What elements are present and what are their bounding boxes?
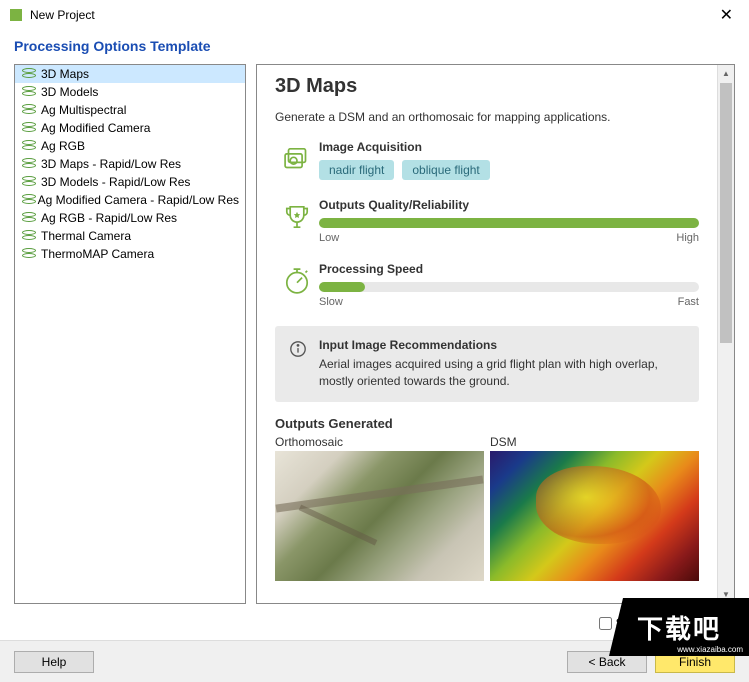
outputs-row: Orthomosaic DSM — [275, 435, 699, 581]
recommend-text: Aerial images acquired using a grid flig… — [319, 356, 685, 390]
app-icon — [10, 9, 22, 21]
sidebar-item[interactable]: Ag Multispectral — [15, 101, 245, 119]
info-icon — [289, 338, 307, 390]
database-icon — [21, 230, 35, 242]
start-processing-input[interactable] — [599, 617, 612, 630]
sidebar-item-label: 3D Models - Rapid/Low Res — [41, 175, 190, 189]
page-header: Processing Options Template — [0, 30, 749, 64]
acquisition-tag: nadir flight — [319, 160, 394, 180]
page-title: Processing Options Template — [14, 38, 735, 54]
sidebar-item[interactable]: Thermal Camera — [15, 227, 245, 245]
detail-description: Generate a DSM and an orthomosaic for ma… — [275, 110, 699, 124]
sidebar-item-label: Ag Modified Camera — [41, 121, 150, 135]
close-icon[interactable]: ✕ — [714, 5, 739, 25]
speed-row: Processing Speed Slow Fast — [275, 262, 699, 308]
scroll-down-icon[interactable]: ▼ — [718, 586, 734, 603]
speed-label: Processing Speed — [319, 262, 699, 276]
dsm-preview — [490, 451, 699, 581]
output-label: DSM — [490, 435, 699, 449]
start-processing-label: Start Processing Now — [616, 616, 731, 630]
trophy-icon — [275, 198, 319, 234]
quality-low-label: Low — [319, 232, 339, 244]
quality-label: Outputs Quality/Reliability — [319, 198, 699, 212]
image-acquisition-row: Image Acquisition nadir flight oblique fl… — [275, 140, 699, 180]
camera-stack-icon — [275, 140, 319, 176]
acquisition-label: Image Acquisition — [319, 140, 699, 154]
acquisition-tag: oblique flight — [402, 160, 489, 180]
output-orthomosaic: Orthomosaic — [275, 435, 484, 581]
start-processing-checkbox[interactable]: Start Processing Now — [599, 616, 731, 630]
outputs-title: Outputs Generated — [275, 416, 699, 431]
sidebar-item[interactable]: Ag RGB — [15, 137, 245, 155]
recommend-title: Input Image Recommendations — [319, 338, 685, 352]
detail-content: 3D Maps Generate a DSM and an orthomosai… — [257, 65, 717, 603]
output-label: Orthomosaic — [275, 435, 484, 449]
quality-bar — [319, 218, 699, 228]
titlebar: New Project ✕ — [0, 0, 749, 30]
scrollbar[interactable]: ▲ ▼ — [717, 65, 734, 603]
database-icon — [21, 176, 35, 188]
sidebar-item[interactable]: 3D Models - Rapid/Low Res — [15, 173, 245, 191]
sidebar-item[interactable]: 3D Maps — [15, 65, 245, 83]
sidebar-item-label: Ag Multispectral — [41, 103, 126, 117]
database-icon — [21, 212, 35, 224]
button-bar: Help < Back Finish — [0, 640, 749, 682]
speed-low-label: Slow — [319, 296, 343, 308]
database-icon — [21, 194, 32, 206]
detail-panel: 3D Maps Generate a DSM and an orthomosai… — [256, 64, 735, 604]
database-icon — [21, 248, 35, 260]
stopwatch-icon — [275, 262, 319, 298]
database-icon — [21, 158, 35, 170]
database-icon — [21, 140, 35, 152]
database-icon — [21, 122, 35, 134]
output-dsm: DSM — [490, 435, 699, 581]
speed-bar — [319, 282, 699, 292]
sidebar-item[interactable]: Ag Modified Camera - Rapid/Low Res — [15, 191, 245, 209]
template-list: 3D Maps 3D Models Ag Multispectral Ag Modif… — [14, 64, 246, 604]
quality-row: Outputs Quality/Reliability Low High — [275, 198, 699, 244]
sidebar-item-label: 3D Models — [41, 85, 98, 99]
window-title: New Project — [30, 8, 714, 22]
acquisition-tags: nadir flight oblique flight — [319, 160, 699, 180]
sidebar-item[interactable]: ThermoMAP Camera — [15, 245, 245, 263]
sidebar-item-label: Thermal Camera — [41, 229, 131, 243]
sidebar-item[interactable]: Ag Modified Camera — [15, 119, 245, 137]
sidebar-item-label: Ag Modified Camera - Rapid/Low Res — [38, 193, 239, 207]
database-icon — [21, 104, 35, 116]
help-button[interactable]: Help — [14, 651, 94, 673]
back-button[interactable]: < Back — [567, 651, 647, 673]
speed-high-label: Fast — [678, 296, 699, 308]
content-area: 3D Maps 3D Models Ag Multispectral Ag Modif… — [0, 64, 749, 604]
finish-button[interactable]: Finish — [655, 651, 735, 673]
sidebar-item[interactable]: Ag RGB - Rapid/Low Res — [15, 209, 245, 227]
orthomosaic-preview — [275, 451, 484, 581]
sidebar-item-label: ThermoMAP Camera — [41, 247, 154, 261]
scroll-thumb[interactable] — [720, 83, 732, 343]
sidebar-item[interactable]: 3D Maps - Rapid/Low Res — [15, 155, 245, 173]
detail-title: 3D Maps — [275, 75, 699, 98]
sidebar-item[interactable]: 3D Models — [15, 83, 245, 101]
sidebar-item-label: 3D Maps - Rapid/Low Res — [41, 157, 181, 171]
scroll-up-icon[interactable]: ▲ — [718, 65, 734, 82]
database-icon — [21, 86, 35, 98]
sidebar-item-label: 3D Maps — [41, 67, 89, 81]
sidebar-item-label: Ag RGB — [41, 139, 85, 153]
database-icon — [21, 68, 35, 80]
quality-high-label: High — [676, 232, 699, 244]
sidebar-item-label: Ag RGB - Rapid/Low Res — [41, 211, 177, 225]
recommendations-box: Input Image Recommendations Aerial image… — [275, 326, 699, 402]
